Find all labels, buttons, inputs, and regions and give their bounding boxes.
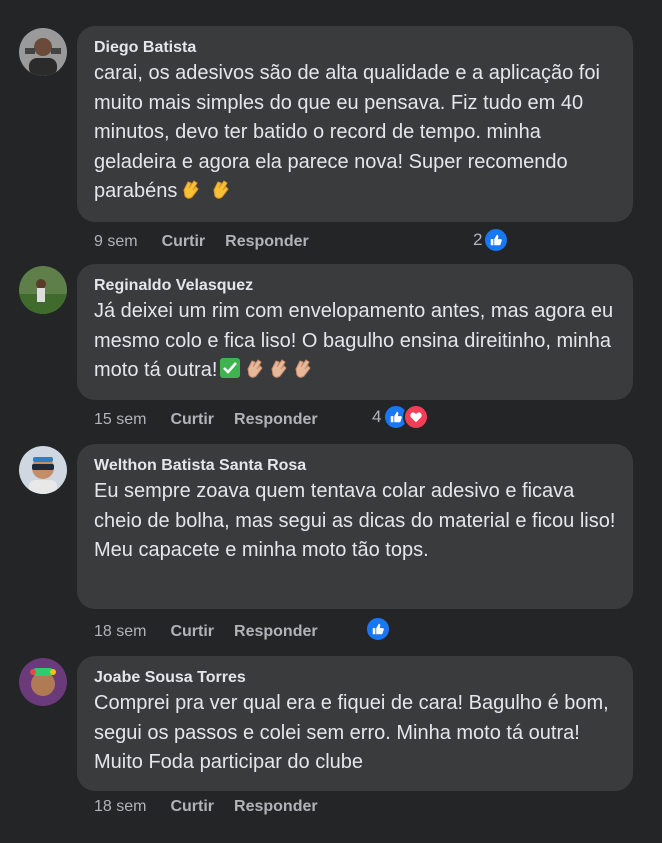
comment-actions: 9 sem Curtir Responder <box>94 232 309 252</box>
like-button[interactable]: Curtir <box>170 622 214 642</box>
comment-bubble: Joabe Sousa Torres Comprei pra ver qual … <box>77 656 633 791</box>
comment-bubble: Diego Batista carai, os adesivos são de … <box>77 26 633 222</box>
clapping-hands-icon <box>291 357 313 379</box>
reaction-summary[interactable]: 4 <box>372 404 430 430</box>
comment-text-body: carai, os adesivos são de alta qualidade… <box>94 62 600 202</box>
comment-time[interactable]: 18 sem <box>94 797 146 817</box>
clapping-hands-icon <box>209 178 231 200</box>
comment-author[interactable]: Welthon Batista Santa Rosa <box>94 456 617 476</box>
reaction-summary[interactable] <box>365 616 391 642</box>
comment-bubble: Welthon Batista Santa Rosa Eu sempre zoa… <box>77 444 633 609</box>
like-button[interactable]: Curtir <box>170 797 214 817</box>
comment-time[interactable]: 15 sem <box>94 410 146 430</box>
comment-author[interactable]: Reginaldo Velasquez <box>94 276 617 296</box>
comment-author[interactable]: Joabe Sousa Torres <box>94 668 617 688</box>
reaction-summary[interactable]: 2 <box>473 227 510 253</box>
like-button[interactable]: Curtir <box>162 232 206 252</box>
comment-bubble: Reginaldo Velasquez Já deixei um rim com… <box>77 264 633 400</box>
reply-button[interactable]: Responder <box>234 410 318 430</box>
avatar[interactable] <box>19 446 67 494</box>
like-button[interactable]: Curtir <box>170 410 214 430</box>
comment-text: Comprei pra ver qual era e fiquei de car… <box>94 692 609 773</box>
reaction-count: 4 <box>372 407 382 426</box>
like-reaction-icon <box>483 227 510 253</box>
comment-text: Eu sempre zoava quem tentava colar adesi… <box>94 480 616 561</box>
like-reaction-icon <box>365 616 391 642</box>
clapping-hands-icon <box>267 357 289 379</box>
comment-time[interactable]: 9 sem <box>94 232 138 252</box>
comment-text-body: Já deixei um rim com envelopamento antes… <box>94 300 614 381</box>
comment-actions: 18 sem Curtir Responder <box>94 622 318 642</box>
comment-actions: 18 sem Curtir Responder <box>94 797 318 817</box>
reply-button[interactable]: Responder <box>234 797 318 817</box>
comment-text: Já deixei um rim com envelopamento antes… <box>94 297 617 386</box>
reply-button[interactable]: Responder <box>234 622 318 642</box>
avatar[interactable] <box>19 266 67 314</box>
clapping-hands-icon <box>243 357 265 379</box>
love-reaction-icon <box>403 404 430 430</box>
comment-actions: 15 sem Curtir Responder <box>94 410 318 430</box>
comment-text: carai, os adesivos são de alta qualidade… <box>94 59 617 207</box>
clapping-hands-icon <box>179 178 201 200</box>
check-mark-icon <box>219 357 241 379</box>
reaction-count: 2 <box>473 230 483 249</box>
reply-button[interactable]: Responder <box>225 232 309 252</box>
comment-author[interactable]: Diego Batista <box>94 38 617 58</box>
avatar[interactable] <box>19 658 67 706</box>
avatar[interactable] <box>19 28 67 76</box>
comment-time[interactable]: 18 sem <box>94 622 146 642</box>
